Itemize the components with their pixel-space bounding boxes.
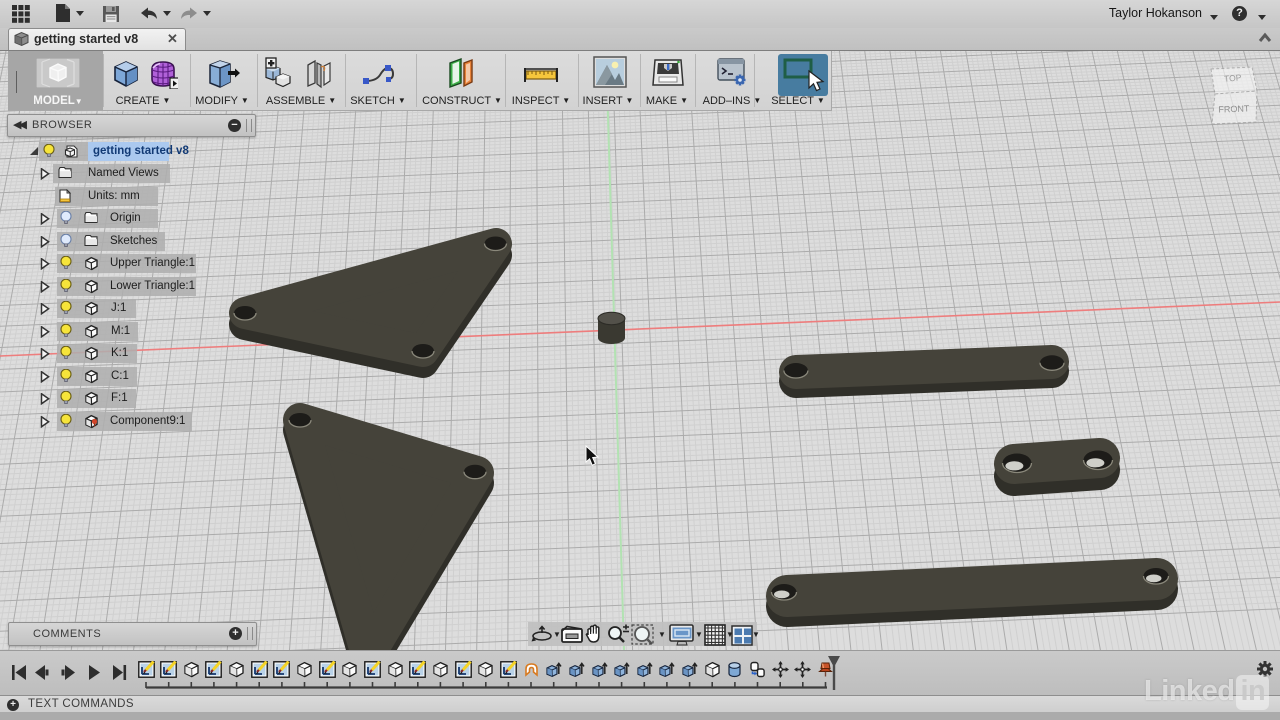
svg-text:TOP: TOP	[1224, 72, 1242, 84]
svg-text:FRONT: FRONT	[1218, 103, 1250, 114]
